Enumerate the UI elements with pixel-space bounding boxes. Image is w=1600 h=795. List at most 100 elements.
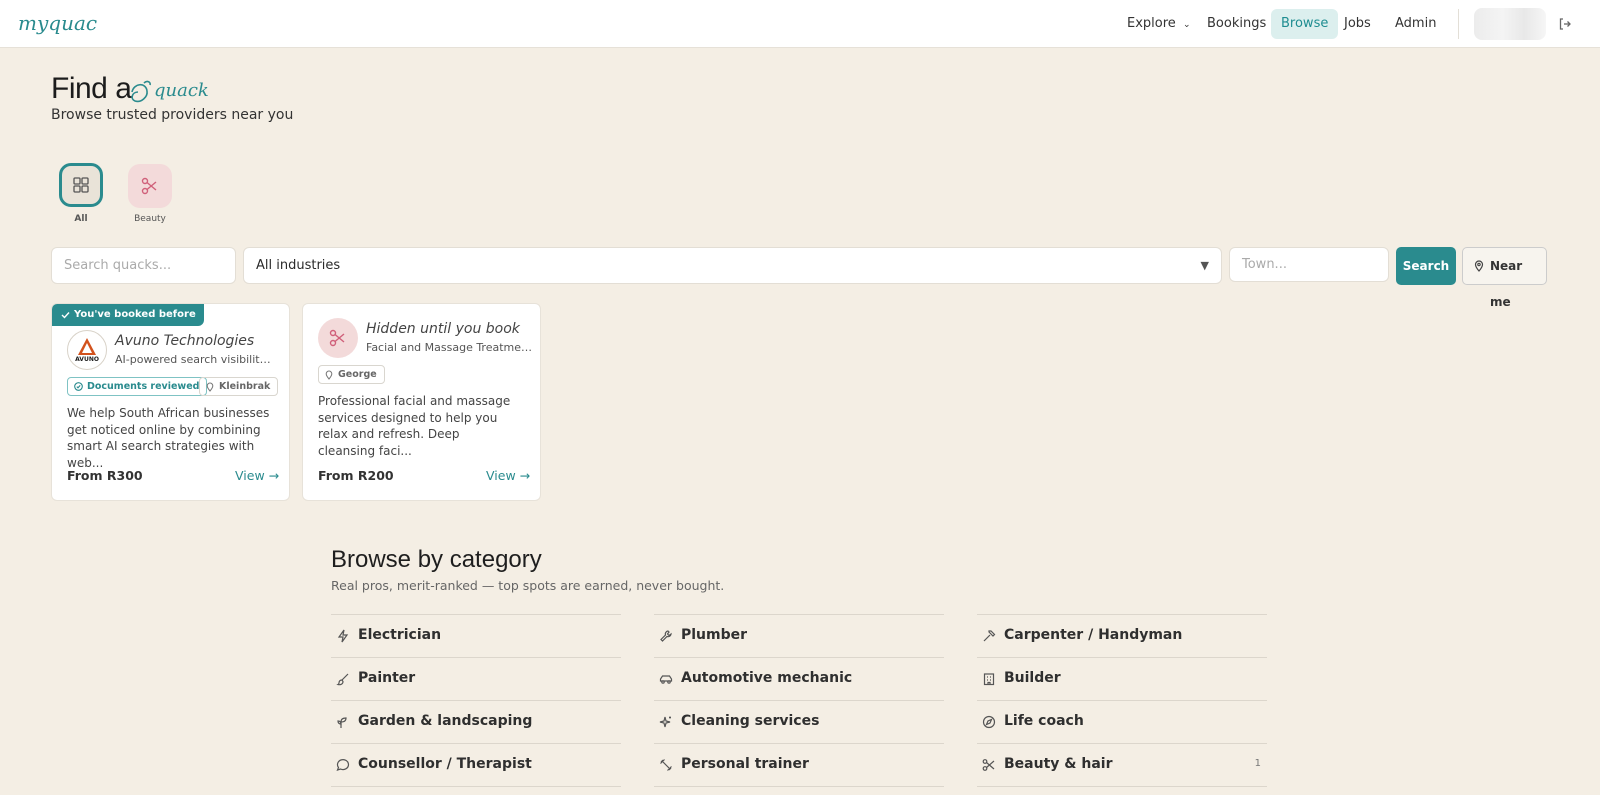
category-count: 1	[1254, 758, 1261, 769]
page-title: Find a	[51, 72, 132, 105]
provider-description: Professional facial and massage services…	[318, 394, 511, 458]
category-label: Builder	[1004, 670, 1061, 686]
logout-icon[interactable]	[1557, 16, 1573, 32]
avatar-logo-text: AVUNO	[75, 356, 99, 363]
provider-name: Avuno Technologies	[115, 333, 255, 349]
ribbon-label: You've booked before	[74, 309, 196, 320]
near-me-label: Near me	[1490, 259, 1523, 309]
myquack-logo[interactable]: myquack	[18, 8, 98, 40]
chevron-down-icon: ▼	[1200, 259, 1209, 272]
grid-icon	[73, 177, 89, 193]
category-cleaning[interactable]: Cleaning services	[654, 700, 944, 743]
check-icon	[61, 312, 70, 319]
scissors-icon	[329, 329, 345, 347]
browse-category-title: Browse by category	[331, 546, 542, 573]
provider-avatar	[318, 318, 358, 358]
category-label: Plumber	[681, 627, 748, 643]
nav-browse[interactable]: Browse	[1271, 9, 1339, 39]
category-automotive-mechanic[interactable]: Automotive mechanic	[654, 657, 944, 700]
category-label: Carpenter / Handyman	[1004, 627, 1183, 643]
category-chip-all[interactable]	[59, 163, 103, 207]
chat-icon	[336, 759, 350, 771]
car-icon	[659, 675, 673, 684]
building-icon	[983, 673, 995, 686]
divider	[331, 786, 621, 787]
provider-tagline: Facial and Massage Treatments	[366, 341, 536, 354]
category-carpenter[interactable]: Carpenter / Handyman	[977, 614, 1267, 657]
category-label: Automotive mechanic	[681, 670, 853, 686]
booked-before-ribbon: You've booked before	[52, 304, 204, 326]
category-label: Painter	[358, 670, 416, 686]
dumbbell-icon	[660, 759, 672, 771]
divider	[654, 786, 944, 787]
scissors-icon	[141, 177, 157, 195]
map-pin-icon	[325, 370, 333, 380]
nav-admin-label: Admin	[1395, 16, 1437, 31]
location-badge: George	[318, 365, 385, 384]
category-painter[interactable]: Painter	[331, 657, 621, 700]
nav-bookings[interactable]: Bookings	[1197, 9, 1276, 39]
category-label: Life coach	[1004, 713, 1084, 729]
documents-reviewed-badge: Documents reviewed	[67, 377, 208, 396]
view-link[interactable]: View →	[486, 468, 530, 483]
provider-description: We help South African businesses get not…	[67, 406, 270, 470]
page-subtitle: Browse trusted providers near you	[51, 107, 294, 123]
provider-tagline: AI-powered search visibility ...	[115, 353, 275, 366]
lightning-icon	[337, 629, 349, 643]
category-chip-beauty[interactable]	[128, 164, 172, 208]
chevron-down-icon: ⌄	[1182, 20, 1191, 30]
verified-icon	[74, 382, 83, 391]
map-pin-icon	[1474, 260, 1484, 272]
badge-label: George	[338, 369, 377, 380]
provider-price: From R300	[67, 468, 143, 483]
provider-name: Hidden until you book	[366, 321, 520, 337]
category-life-coach[interactable]: Life coach	[977, 700, 1267, 743]
hammer-icon	[983, 630, 996, 642]
category-builder[interactable]: Builder	[977, 657, 1267, 700]
browse-category-subtitle: Real pros, merit-ranked — top spots are …	[331, 578, 725, 593]
nav-bookings-label: Bookings	[1207, 16, 1267, 31]
compass-icon	[982, 715, 996, 729]
category-electrician[interactable]: Electrician	[331, 614, 621, 657]
category-personal-trainer[interactable]: Personal trainer	[654, 743, 944, 786]
user-avatar[interactable]	[1474, 8, 1546, 40]
category-garden[interactable]: Garden & landscaping	[331, 700, 621, 743]
nav-explore-label: Explore	[1127, 16, 1176, 31]
category-counsellor[interactable]: Counsellor / Therapist	[331, 743, 621, 786]
sparkles-icon	[659, 716, 671, 728]
category-beauty-hair[interactable]: Beauty & hair 1	[977, 743, 1267, 786]
category-plumber[interactable]: Plumber	[654, 614, 944, 657]
category-label: Garden & landscaping	[358, 713, 533, 729]
paintbrush-icon	[336, 673, 349, 686]
category-label: Personal trainer	[681, 756, 809, 772]
provider-avatar: AVUNO	[67, 330, 107, 370]
divider	[977, 786, 1267, 787]
top-bar: myquack Explore ⌄ Bookings Browse Jobs A…	[0, 0, 1600, 48]
wrench-icon	[660, 630, 672, 642]
category-label: Cleaning services	[681, 713, 820, 729]
near-me-button[interactable]: Near me	[1462, 247, 1547, 309]
provider-price: From R200	[318, 468, 394, 483]
logo-text: myquack	[18, 11, 98, 35]
town-input[interactable]: Town...	[1229, 247, 1389, 282]
badge-label: Kleinbrak	[219, 381, 271, 392]
industry-select-value: All industries	[256, 258, 341, 273]
quack-logo: quack	[128, 74, 218, 108]
category-chip-beauty-label: Beauty	[134, 214, 166, 224]
sprout-icon	[337, 717, 347, 728]
quack-logo-text: quack	[154, 80, 209, 101]
category-label: Beauty & hair	[1004, 756, 1113, 772]
nav-explore[interactable]: Explore ⌄	[1117, 9, 1200, 39]
search-button[interactable]: Search	[1396, 247, 1456, 285]
search-input[interactable]: Search quacks...	[51, 247, 236, 284]
industry-select[interactable]: All industries ▼	[243, 247, 1222, 284]
nav-admin[interactable]: Admin	[1385, 9, 1446, 39]
scissors-icon	[982, 759, 995, 771]
provider-card[interactable]: You've booked before AVUNO Avuno Technol…	[51, 303, 290, 501]
provider-card[interactable]: Hidden until you book Facial and Massage…	[302, 303, 541, 501]
category-label: Electrician	[358, 627, 442, 643]
nav-jobs[interactable]: Jobs	[1334, 9, 1381, 39]
view-link[interactable]: View →	[235, 468, 279, 483]
category-label: Counsellor / Therapist	[358, 756, 532, 772]
category-chip-all-label: All	[74, 214, 88, 224]
